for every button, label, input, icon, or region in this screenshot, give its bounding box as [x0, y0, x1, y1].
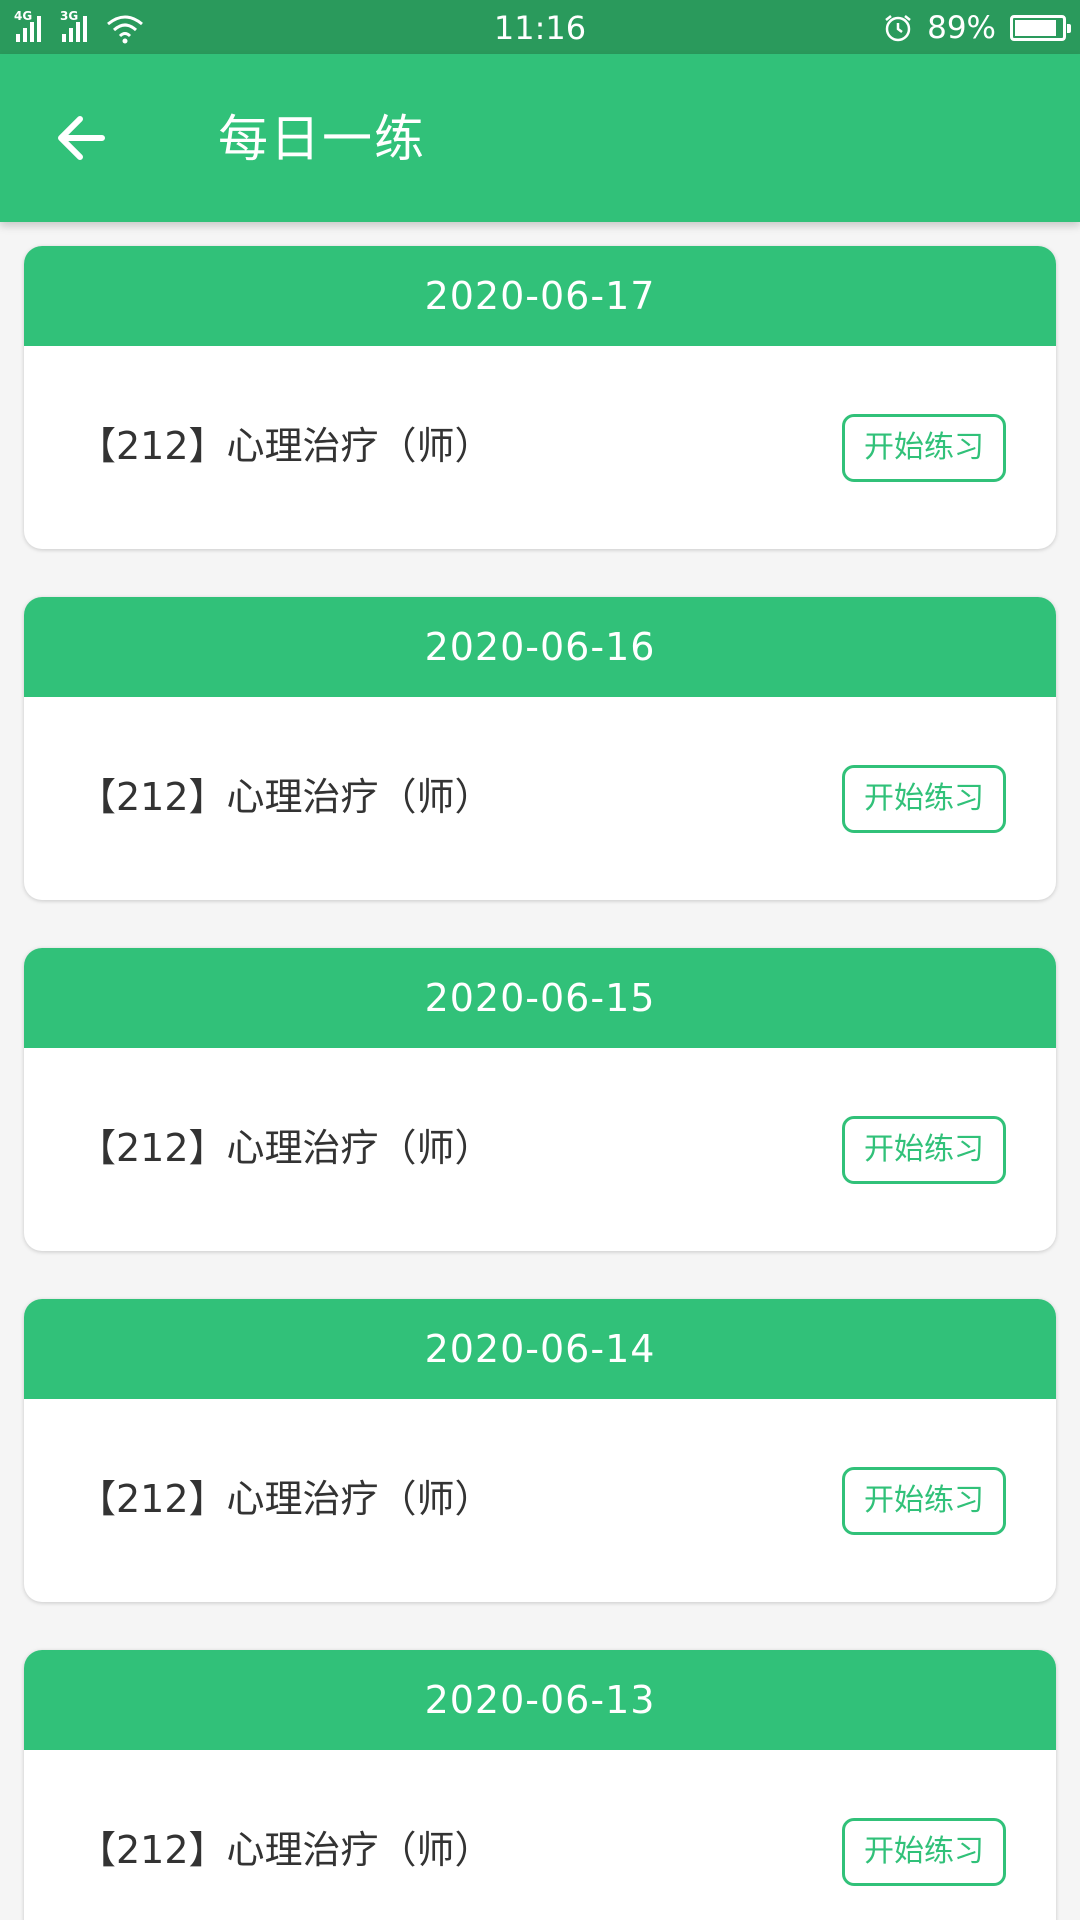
- start-practice-button[interactable]: 开始练习: [842, 1818, 1006, 1886]
- practice-card: 2020-06-16 【212】心理治疗（师） 开始练习: [24, 597, 1056, 900]
- card-body: 【212】心理治疗（师） 开始练习: [24, 1399, 1056, 1602]
- battery-level-fill: [1015, 20, 1056, 36]
- card-body: 【212】心理治疗（师） 开始练习: [24, 1048, 1056, 1251]
- course-name: 【212】心理治疗（师）: [78, 1828, 493, 1872]
- card-date: 2020-06-16: [24, 597, 1056, 697]
- practice-card: 2020-06-17 【212】心理治疗（师） 开始练习: [24, 246, 1056, 549]
- card-body: 【212】心理治疗（师） 开始练习: [24, 1750, 1056, 1920]
- status-bar: 4G 3G 11:16 89%: [0, 0, 1080, 54]
- card-body: 【212】心理治疗（师） 开始练习: [24, 346, 1056, 549]
- card-body: 【212】心理治疗（师） 开始练习: [24, 697, 1056, 900]
- course-name: 【212】心理治疗（师）: [78, 1126, 493, 1170]
- start-practice-button[interactable]: 开始练习: [842, 765, 1006, 833]
- start-practice-button[interactable]: 开始练习: [842, 1116, 1006, 1184]
- course-name: 【212】心理治疗（师）: [78, 1477, 493, 1521]
- practice-card: 2020-06-14 【212】心理治疗（师） 开始练习: [24, 1299, 1056, 1602]
- battery-percent: 89%: [927, 10, 996, 46]
- alarm-clock-icon: [885, 15, 911, 42]
- app-bar: 每日一练: [0, 54, 1080, 222]
- card-date: 2020-06-15: [24, 948, 1056, 1048]
- battery-icon: [1010, 15, 1071, 41]
- course-name: 【212】心理治疗（师）: [78, 424, 493, 468]
- practice-card: 2020-06-15 【212】心理治疗（师） 开始练习: [24, 948, 1056, 1251]
- page-title: 每日一练: [218, 110, 426, 168]
- card-date: 2020-06-13: [24, 1650, 1056, 1750]
- card-date: 2020-06-14: [24, 1299, 1056, 1399]
- practice-card: 2020-06-13 【212】心理治疗（师） 开始练习: [24, 1650, 1056, 1920]
- back-arrow-icon[interactable]: [50, 106, 114, 170]
- start-practice-button[interactable]: 开始练习: [842, 414, 1006, 482]
- start-practice-button[interactable]: 开始练习: [842, 1467, 1006, 1535]
- status-icons-right: 89%: [883, 8, 1071, 48]
- card-date: 2020-06-17: [24, 246, 1056, 346]
- practice-list[interactable]: 2020-06-17 【212】心理治疗（师） 开始练习 2020-06-16 …: [0, 222, 1080, 1920]
- course-name: 【212】心理治疗（师）: [78, 775, 493, 819]
